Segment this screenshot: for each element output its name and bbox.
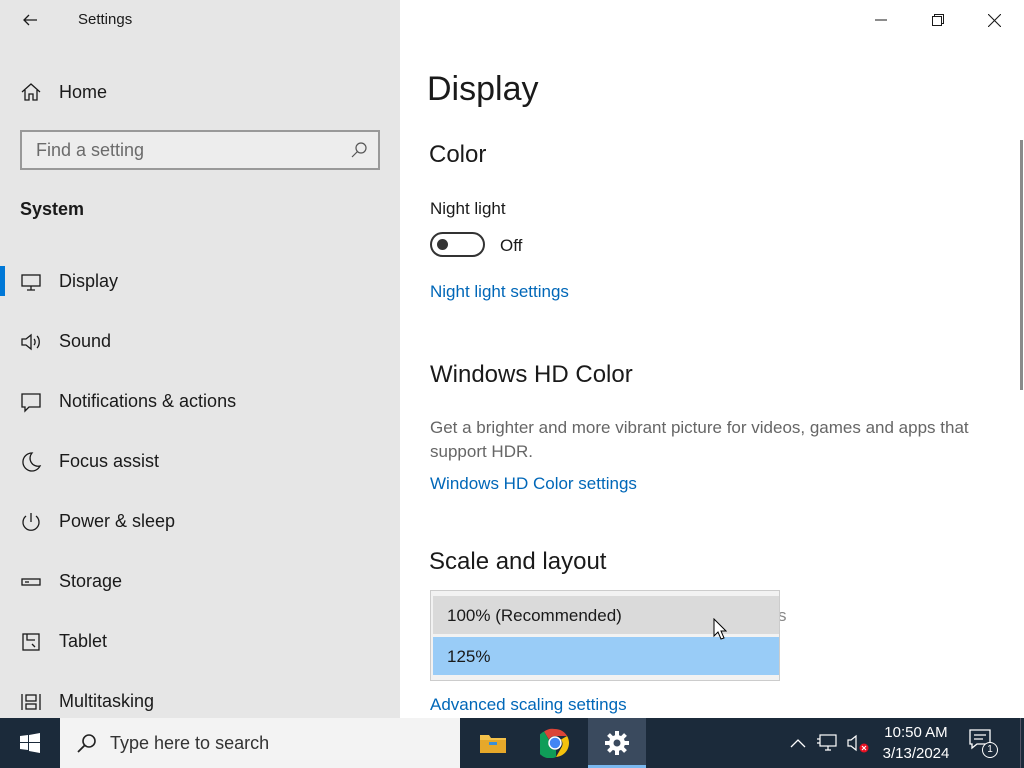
show-desktop-button[interactable] xyxy=(1020,718,1024,768)
sidebar-item-label: Focus assist xyxy=(59,451,160,471)
volume-tray-button[interactable] xyxy=(846,731,870,755)
sidebar-item-label: Storage xyxy=(59,571,123,591)
moon-icon xyxy=(22,452,42,472)
sidebar-item-sound[interactable]: Sound xyxy=(0,320,400,364)
windows-logo-icon xyxy=(20,733,40,753)
sidebar-item-focus-assist[interactable]: Focus assist xyxy=(0,440,400,484)
sidebar-item-label: Display xyxy=(59,271,119,291)
night-light-settings-link[interactable]: Night light settings xyxy=(430,282,569,302)
network-tray-button[interactable] xyxy=(816,731,840,755)
tablet-icon xyxy=(22,633,40,651)
section-heading-scale-layout: Scale and layout xyxy=(429,548,607,575)
chrome-icon xyxy=(540,728,569,758)
settings-window: Settings Home System Display Sound Notif… xyxy=(0,0,1024,768)
page-title: Display xyxy=(427,70,539,108)
hd-color-description: Get a brighter and more vibrant picture … xyxy=(430,418,969,461)
taskbar: Type here to search 10:50 AM 3/13/2024 1 xyxy=(0,718,1024,768)
back-button[interactable] xyxy=(14,6,46,34)
sidebar-item-storage[interactable]: Storage xyxy=(0,560,400,604)
taskbar-search-box[interactable]: Type here to search xyxy=(60,718,460,768)
search-icon[interactable] xyxy=(350,141,368,159)
storage-icon xyxy=(21,578,41,586)
scale-option-125[interactable]: 125% xyxy=(433,637,779,675)
home-icon xyxy=(21,83,41,101)
sidebar-item-home[interactable]: Home xyxy=(0,72,400,112)
mouse-cursor-icon xyxy=(713,618,727,640)
close-icon xyxy=(988,13,1001,27)
minimize-button[interactable] xyxy=(852,0,909,40)
sidebar-item-label: Multitasking xyxy=(59,691,155,711)
power-icon xyxy=(22,513,40,531)
hd-color-settings-link[interactable]: Windows HD Color settings xyxy=(430,474,637,494)
monitor-icon xyxy=(21,274,41,291)
notification-count-badge: 1 xyxy=(982,742,998,758)
sidebar-item-label: Sound xyxy=(59,331,112,351)
section-heading-hd-color: Windows HD Color xyxy=(430,361,633,388)
sidebar-item-label: Notifications & actions xyxy=(59,391,237,411)
option-label: 100% (Recommended) xyxy=(447,606,622,625)
start-button[interactable] xyxy=(0,718,60,768)
app-title: Settings xyxy=(78,11,133,28)
multitasking-icon xyxy=(21,694,41,710)
sidebar-item-notifications[interactable]: Notifications & actions xyxy=(0,380,400,424)
night-light-state: Off xyxy=(500,236,523,255)
show-hidden-icons-button[interactable] xyxy=(786,731,810,755)
sidebar-item-label: Home xyxy=(59,82,108,102)
network-icon xyxy=(817,734,837,751)
sidebar-item-label: Power & sleep xyxy=(59,511,176,531)
sidebar-item-label: Tablet xyxy=(59,631,108,651)
chevron-up-icon xyxy=(790,739,806,748)
speaker-icon xyxy=(21,333,40,351)
search-icon xyxy=(77,734,96,753)
taskbar-app-settings[interactable] xyxy=(588,718,646,768)
minimize-icon xyxy=(874,19,887,21)
taskbar-app-chrome[interactable] xyxy=(526,718,584,768)
sidebar-item-tablet[interactable]: Tablet xyxy=(0,620,400,664)
restore-icon xyxy=(931,14,944,26)
sidebar-item-display[interactable]: Display xyxy=(0,260,400,304)
close-button[interactable] xyxy=(966,0,1023,40)
folder-icon xyxy=(480,735,506,753)
notification-icon xyxy=(21,393,41,413)
toggle-knob xyxy=(437,239,448,250)
restore-button[interactable] xyxy=(909,0,966,40)
gear-icon xyxy=(605,731,629,755)
sidebar-item-power-sleep[interactable]: Power & sleep xyxy=(0,500,400,544)
section-heading-color: Color xyxy=(429,141,487,168)
settings-search-input[interactable] xyxy=(22,132,342,168)
scale-dropdown-list[interactable]: 100% (Recommended) 125% xyxy=(430,590,780,681)
settings-search-box[interactable] xyxy=(20,130,380,170)
main-content: Display Color Night light Off Night ligh… xyxy=(400,0,1024,718)
night-light-toggle[interactable] xyxy=(430,232,485,257)
clock-date: 3/13/2024 xyxy=(882,745,950,762)
volume-muted-icon xyxy=(847,734,869,753)
taskbar-clock[interactable]: 10:50 AM 3/13/2024 xyxy=(872,722,960,764)
option-label: 125% xyxy=(447,647,491,666)
taskbar-app-file-explorer[interactable] xyxy=(464,718,522,768)
scale-option-100[interactable]: 100% (Recommended) xyxy=(433,596,779,634)
taskbar-search-placeholder: Type here to search xyxy=(110,733,270,753)
section-heading-system: System xyxy=(20,199,85,219)
scrollbar-thumb[interactable] xyxy=(1020,140,1023,390)
sidebar: Settings Home System Display Sound Notif… xyxy=(0,0,400,718)
advanced-scaling-link[interactable]: Advanced scaling settings xyxy=(430,695,627,715)
night-light-label: Night light xyxy=(430,199,506,218)
clock-time: 10:50 AM xyxy=(884,724,948,741)
action-center-button[interactable]: 1 xyxy=(968,728,1000,758)
back-arrow-icon xyxy=(23,14,37,26)
